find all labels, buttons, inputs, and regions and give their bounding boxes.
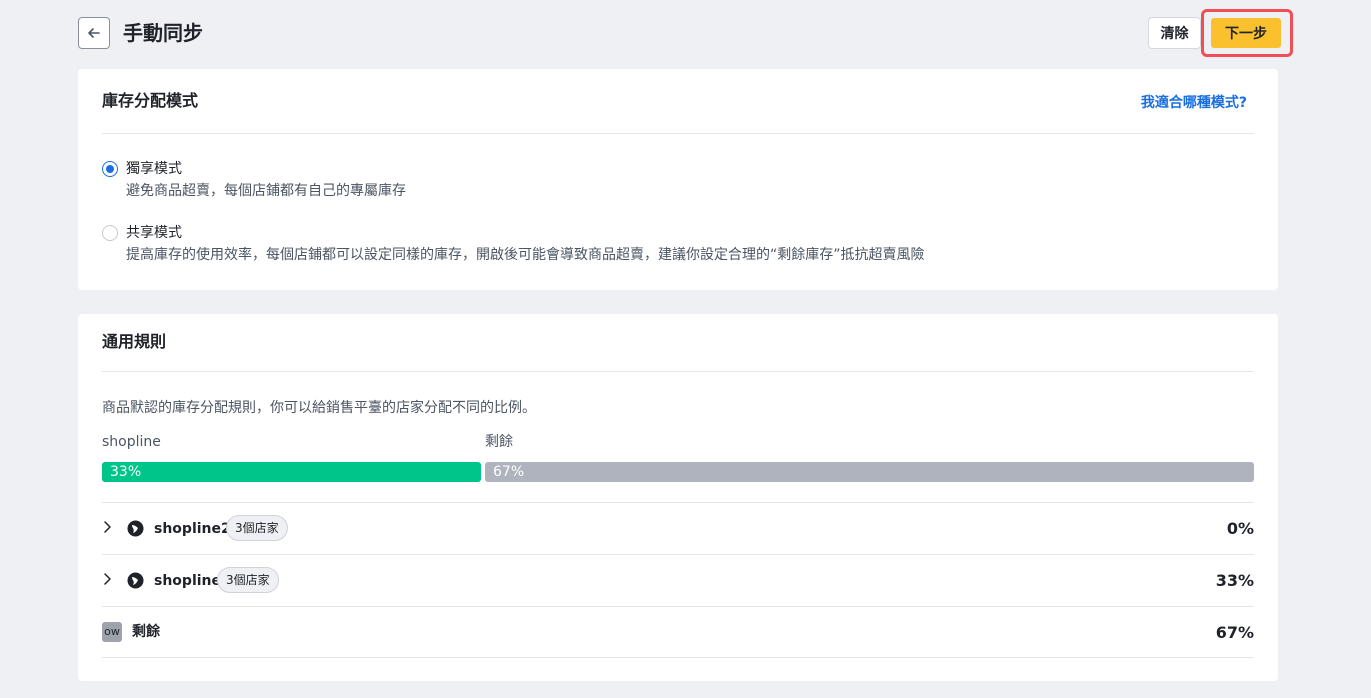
remaining-badge: ow	[102, 622, 122, 642]
mode-option-label: 獨享模式	[126, 161, 182, 177]
store-percent: 0%	[1226, 519, 1254, 538]
arrow-left-icon	[88, 28, 100, 38]
general-rules-card: 通用規則 商品默認的庫存分配規則，你可以給銷售平臺的店家分配不同的比例。 sho…	[78, 314, 1278, 681]
table-row-remaining: ow 剩餘 67%	[102, 606, 1254, 658]
table-row: shopline 3個店家 33%	[102, 554, 1254, 606]
back-button[interactable]	[78, 17, 110, 49]
store-percent: 33%	[1215, 571, 1254, 590]
allocation-bar-remaining: 67%	[485, 462, 1254, 482]
mode-help-link[interactable]: 我適合哪種模式?	[1141, 92, 1247, 112]
general-rules-title: 通用規則	[102, 332, 167, 351]
next-button[interactable]: 下一步	[1211, 18, 1281, 48]
top-bar: 手動同步 清除 下一步	[0, 0, 1371, 66]
mode-option-description: 提高庫存的使用效率，每個店鋪都可以設定同樣的庫存，開啟後可能會導致商品超賣，建議…	[126, 247, 925, 263]
mode-option-description: 避免商品超賣，每個店鋪都有自己的專屬庫存	[126, 183, 406, 199]
divider	[102, 133, 1254, 134]
store-logo-icon	[127, 520, 144, 537]
store-name: shopline2	[154, 521, 231, 537]
chevron-right-icon[interactable]	[102, 572, 114, 586]
store-logo-icon	[127, 572, 144, 589]
remaining-percent: 67%	[1215, 623, 1254, 642]
clear-button[interactable]: 清除	[1148, 17, 1201, 49]
allocation-bar-shopline: 33%	[102, 462, 481, 482]
radio-exclusive[interactable]	[102, 161, 118, 177]
chevron-right-icon[interactable]	[102, 520, 114, 534]
page-title: 手動同步	[123, 21, 203, 45]
general-rules-description: 商品默認的庫存分配規則，你可以給銷售平臺的店家分配不同的比例。	[102, 400, 536, 416]
store-count-badge: 3個店家	[217, 567, 279, 593]
bar-label-remaining: 剩餘	[485, 434, 513, 450]
allocation-mode-title: 庫存分配模式	[102, 91, 199, 110]
next-button-highlight: 下一步	[1201, 9, 1293, 57]
table-row: shopline2 3個店家 0%	[102, 502, 1254, 554]
divider	[102, 371, 1254, 372]
radio-shared[interactable]	[102, 225, 118, 241]
store-name: shopline	[154, 573, 221, 589]
allocation-mode-card: 庫存分配模式 我適合哪種模式? 獨享模式 避免商品超賣，每個店鋪都有自己的專屬庫…	[78, 69, 1278, 290]
store-count-badge: 3個店家	[226, 515, 288, 541]
remaining-name: 剩餘	[132, 624, 160, 640]
mode-option-label: 共享模式	[126, 225, 182, 241]
bar-label-shopline: shopline	[102, 434, 161, 450]
